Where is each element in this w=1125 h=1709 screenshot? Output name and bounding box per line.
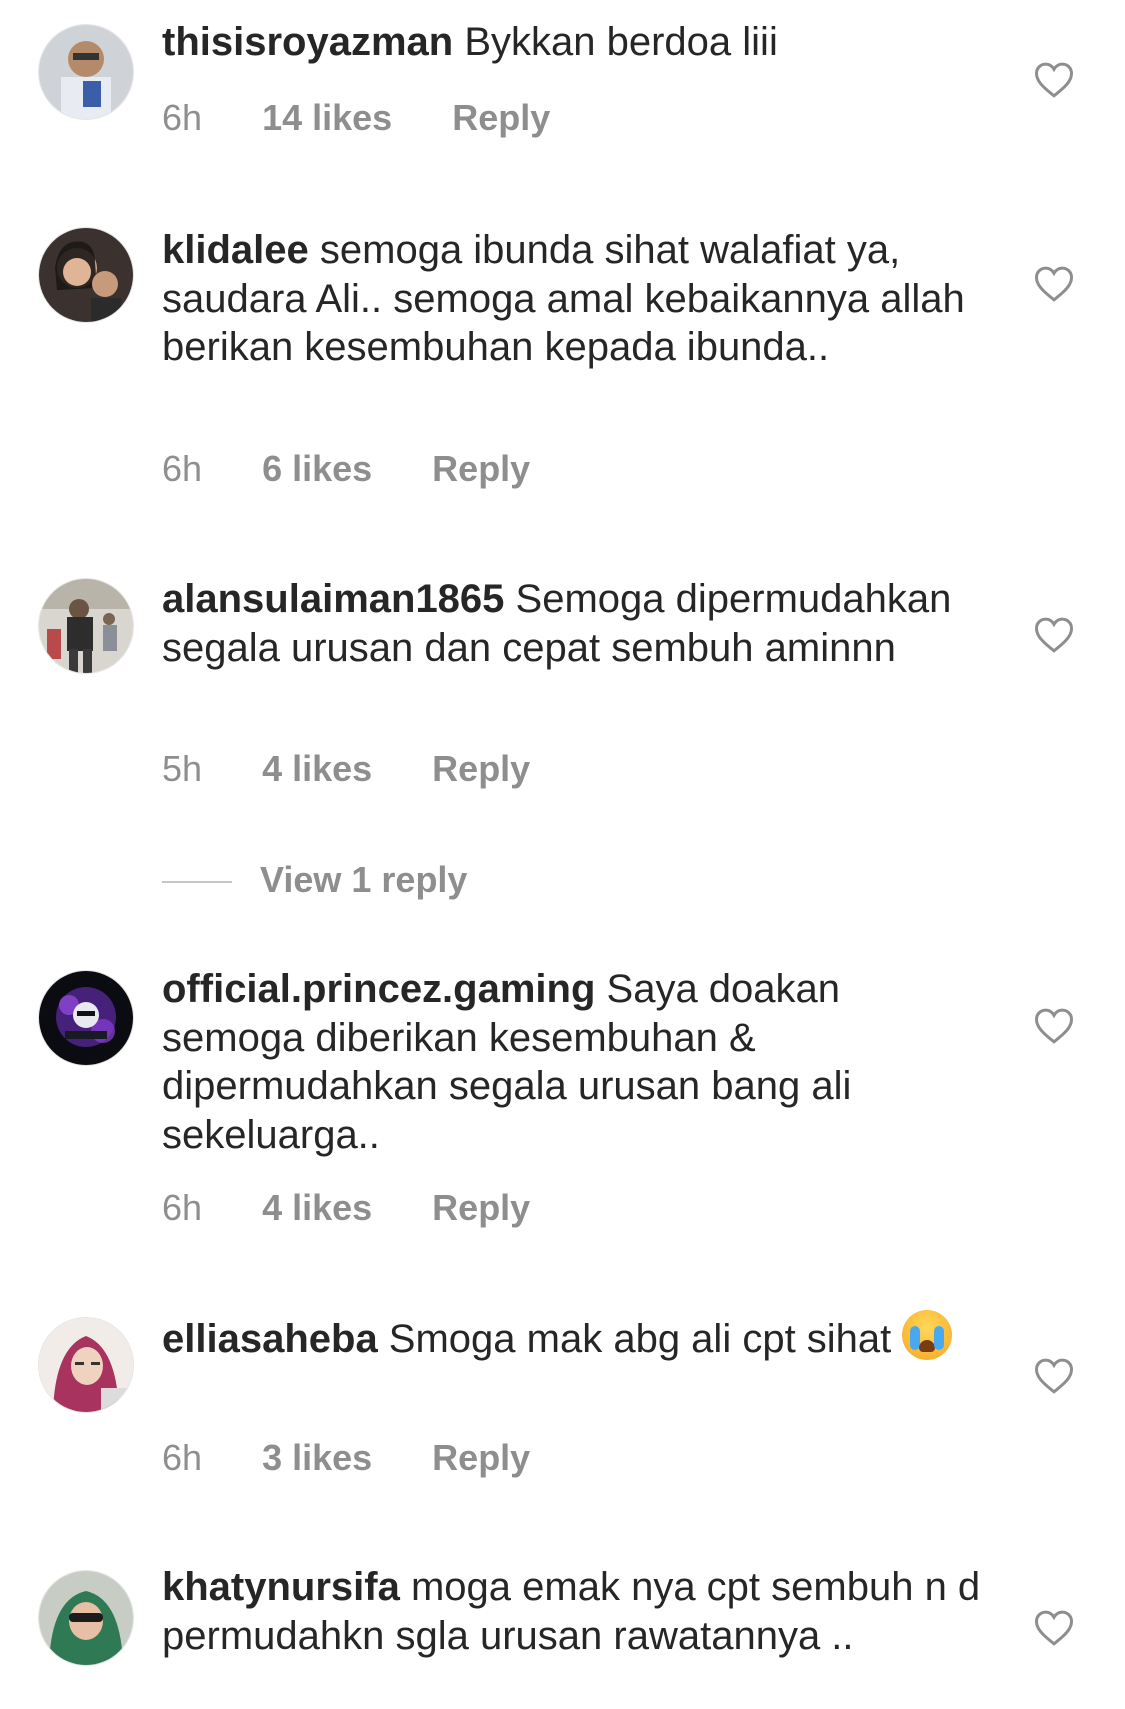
view-replies-divider (162, 881, 232, 884)
comment-text: elliasaheba Smoga mak abg ali cpt sihat (162, 1310, 992, 1364)
heart-outline-icon[interactable] (1034, 61, 1074, 99)
comment-text: klidalee semoga ibunda sihat walafiat ya… (162, 226, 992, 372)
comment-body: Bykkan berdoa liii (453, 20, 778, 64)
comment-meta: 6h 4 likes Reply (162, 1186, 530, 1230)
likes-count[interactable]: 4 likes (262, 1186, 372, 1230)
reply-button[interactable]: Reply (432, 1436, 530, 1480)
comment-username[interactable]: thisisroyazman (162, 20, 453, 64)
heart-outline-icon[interactable] (1034, 1609, 1074, 1647)
loudly-crying-face-icon (902, 1310, 953, 1360)
comment-text: alansulaiman1865 Semoga dipermudahkan se… (162, 575, 992, 672)
avatar[interactable] (38, 1317, 134, 1413)
likes-count[interactable]: 14 likes (262, 96, 392, 140)
view-replies-label: View 1 reply (260, 859, 468, 900)
avatar[interactable] (38, 970, 134, 1066)
comment-username[interactable]: klidalee (162, 228, 309, 272)
reply-button[interactable]: Reply (432, 447, 530, 491)
view-replies-button[interactable]: View 1 reply (162, 858, 467, 902)
avatar[interactable] (38, 24, 134, 120)
comment-username[interactable]: alansulaiman1865 (162, 577, 504, 621)
likes-count[interactable]: 6 likes (262, 447, 372, 491)
comment-meta: 6h 14 likes Reply (162, 96, 550, 140)
comment-meta: 5h 4 likes Reply (162, 747, 530, 791)
heart-outline-icon[interactable] (1034, 1357, 1074, 1395)
comment-text: thisisroyazman Bykkan berdoa liii (162, 18, 992, 67)
comment-text: official.princez.gaming Saya doakan semo… (162, 965, 992, 1159)
heart-outline-icon[interactable] (1034, 1007, 1074, 1045)
comment-username[interactable]: elliasaheba (162, 1317, 378, 1361)
reply-button[interactable]: Reply (452, 96, 550, 140)
comment-meta: 6h 6 likes Reply (162, 447, 530, 491)
reply-button[interactable]: Reply (432, 1186, 530, 1230)
comment-time: 6h (162, 97, 203, 138)
comment-username[interactable]: official.princez.gaming (162, 967, 595, 1011)
likes-count[interactable]: 4 likes (262, 747, 372, 791)
comment-time: 6h (162, 1437, 203, 1478)
heart-outline-icon[interactable] (1034, 616, 1074, 654)
comment-username[interactable]: khatynursifa (162, 1565, 400, 1609)
heart-outline-icon[interactable] (1034, 265, 1074, 303)
comment-time: 6h (162, 1187, 203, 1228)
comment-time: 5h (162, 748, 203, 789)
avatar[interactable] (38, 227, 134, 323)
likes-count[interactable]: 3 likes (262, 1436, 372, 1480)
comment-meta: 6h 3 likes Reply (162, 1436, 530, 1480)
comment-body: Smoga mak abg ali cpt sihat (377, 1317, 892, 1361)
reply-button[interactable]: Reply (432, 747, 530, 791)
comment-text: khatynursifa moga emak nya cpt sembuh n … (162, 1563, 992, 1660)
avatar[interactable] (38, 578, 134, 674)
comment-time: 6h (162, 448, 203, 489)
avatar[interactable] (38, 1570, 134, 1666)
